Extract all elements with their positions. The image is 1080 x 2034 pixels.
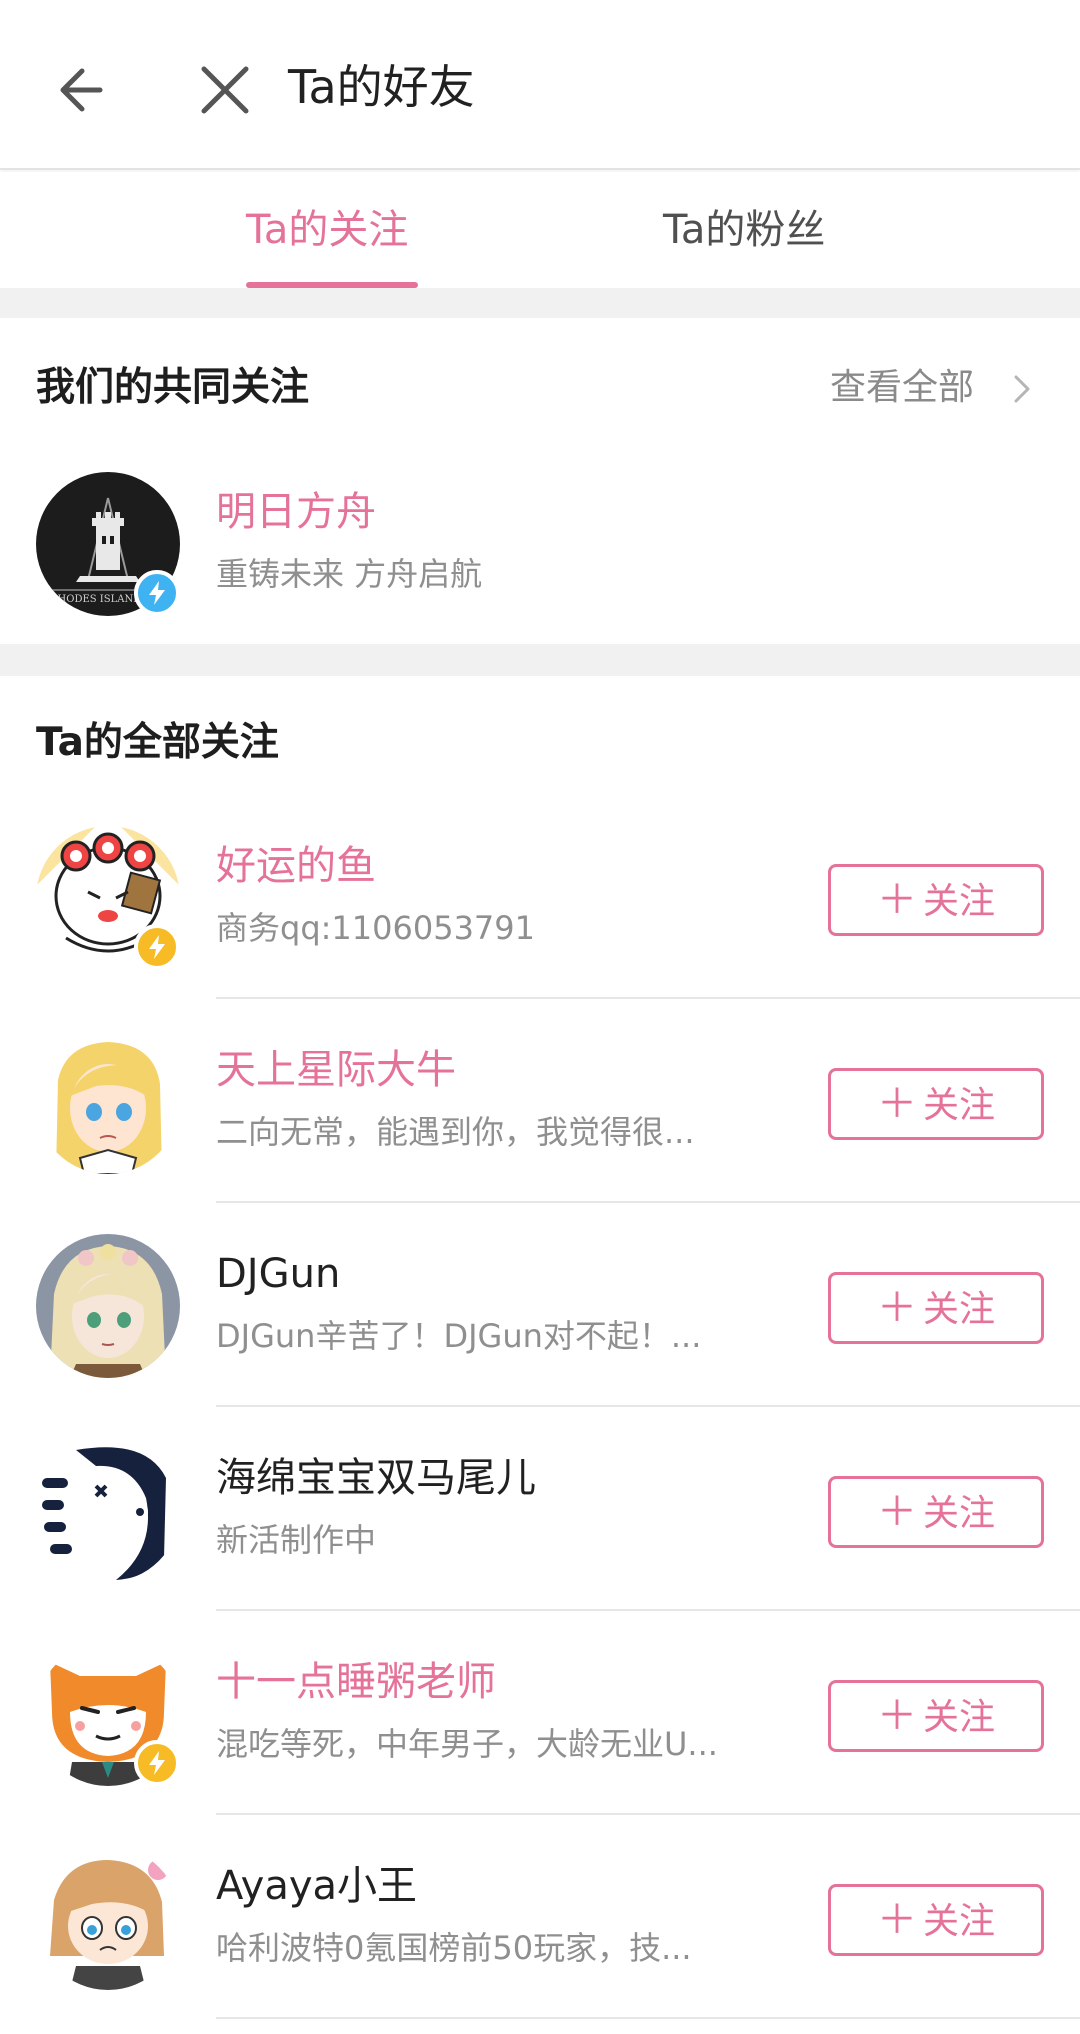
verified-badge-icon	[134, 570, 180, 616]
user-desc: 哈利波特0氪国榜前50玩家，技...	[216, 1929, 692, 1967]
user-desc: 商务qq:1106053791	[216, 909, 536, 947]
page-title: Ta的好友	[288, 60, 475, 114]
follow-button[interactable]: ＋关注	[828, 1680, 1044, 1752]
user-desc: 新活制作中	[216, 1521, 377, 1559]
follow-button[interactable]: ＋关注	[828, 1476, 1044, 1548]
follow-button-label: 关注	[922, 1697, 995, 1738]
user-desc: 二向无常，能遇到你，我觉得很...	[216, 1113, 695, 1151]
tab-bar: Ta的关注 Ta的粉丝	[0, 172, 1080, 288]
plus-icon: ＋	[876, 1897, 917, 1943]
tab-following[interactable]: Ta的关注	[246, 202, 408, 258]
all-follows-title: Ta的全部关注	[36, 720, 279, 765]
verified-badge-icon	[134, 924, 180, 970]
follow-button[interactable]: ＋关注	[828, 1068, 1044, 1140]
avatar[interactable]	[36, 1846, 180, 1990]
plus-icon: ＋	[876, 1489, 917, 1535]
tab-fans[interactable]: Ta的粉丝	[663, 202, 825, 258]
avatar[interactable]	[36, 1438, 180, 1582]
see-all-link[interactable]: 查看全部	[830, 360, 974, 416]
user-name[interactable]: 好运的鱼	[216, 838, 376, 894]
row-divider	[216, 997, 1080, 999]
row-divider	[216, 1813, 1080, 1815]
user-name[interactable]: 明日方舟	[216, 484, 376, 540]
user-desc: 重铸未来 方舟启航	[216, 555, 483, 593]
section-gap	[0, 288, 1080, 318]
user-name[interactable]: Ayaya小王	[216, 1858, 417, 1914]
avatar-logo-text: RHODES ISLAND	[50, 594, 141, 605]
follow-button[interactable]: ＋关注	[828, 864, 1044, 936]
follow-button-label: 关注	[922, 1289, 995, 1330]
avatar[interactable]	[36, 1234, 180, 1378]
user-desc: DJGun辛苦了！DJGun对不起！...	[216, 1317, 702, 1355]
row-divider	[216, 1201, 1080, 1203]
user-desc: 混吃等死，中年男子，大龄无业U...	[216, 1725, 718, 1763]
close-icon[interactable]	[190, 55, 260, 125]
section-gap	[0, 644, 1080, 676]
back-arrow-icon[interactable]	[50, 55, 120, 125]
user-name[interactable]: 天上星际大牛	[216, 1042, 456, 1098]
user-name[interactable]: DJGun	[216, 1246, 340, 1302]
user-name[interactable]: 海绵宝宝双马尾儿	[216, 1450, 536, 1506]
plus-icon: ＋	[876, 1081, 917, 1127]
follow-button-label: 关注	[922, 1901, 995, 1942]
avatar[interactable]	[36, 1030, 180, 1174]
follow-button-label: 关注	[922, 881, 995, 922]
follow-button[interactable]: ＋关注	[828, 1884, 1044, 1956]
follow-button-label: 关注	[922, 1493, 995, 1534]
follow-button-label: 关注	[922, 1085, 995, 1126]
row-divider	[216, 2017, 1080, 2019]
chevron-right-icon[interactable]	[1010, 373, 1034, 405]
mutual-section-title: 我们的共同关注	[36, 365, 310, 410]
verified-badge-icon	[134, 1740, 180, 1786]
follow-button[interactable]: ＋关注	[828, 1272, 1044, 1344]
plus-icon: ＋	[876, 877, 917, 923]
user-name[interactable]: 十一点睡粥老师	[216, 1654, 496, 1710]
plus-icon: ＋	[876, 1285, 917, 1331]
row-divider	[216, 1405, 1080, 1407]
top-bar: Ta的好友	[0, 0, 1080, 170]
row-divider	[216, 1609, 1080, 1611]
plus-icon: ＋	[876, 1693, 917, 1739]
